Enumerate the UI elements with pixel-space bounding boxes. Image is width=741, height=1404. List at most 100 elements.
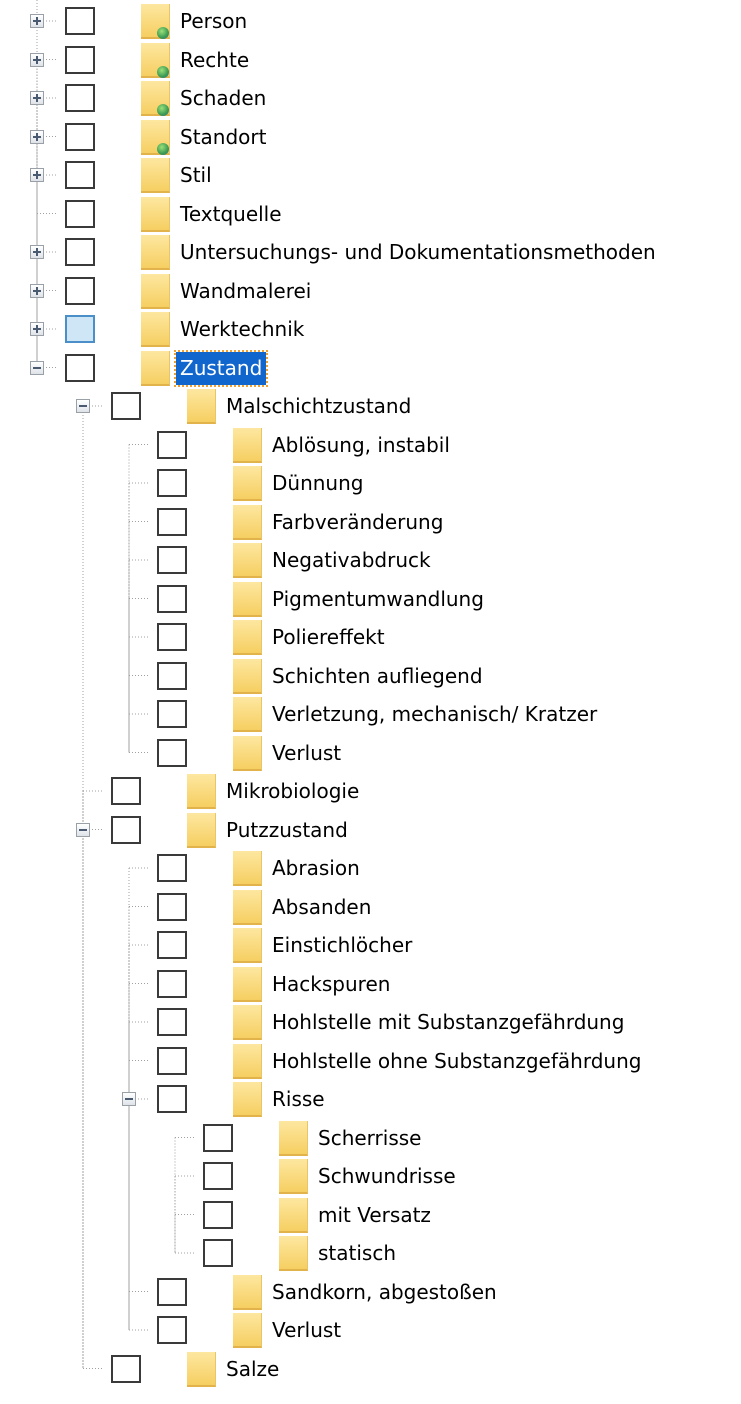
tree-node[interactable]: Farbveränderung [0, 503, 741, 542]
node-label[interactable]: Verlust [272, 1311, 341, 1350]
node-checkbox[interactable] [203, 1162, 233, 1190]
tree-node[interactable]: Werktechnik [0, 310, 741, 349]
node-checkbox[interactable] [157, 507, 187, 536]
node-checkbox[interactable] [111, 392, 141, 420]
tree-node[interactable]: Absanden [0, 888, 741, 927]
node-label[interactable]: mit Versatz [318, 1196, 431, 1235]
node-checkbox[interactable] [157, 1008, 187, 1036]
node-checkbox[interactable] [65, 199, 95, 228]
node-checkbox[interactable] [157, 1085, 187, 1113]
node-checkbox[interactable] [157, 931, 187, 959]
category-tree[interactable]: Person Rechte Schaden Standort Stil Textquell… [0, 0, 741, 1404]
node-checkbox[interactable] [65, 238, 95, 266]
node-label[interactable]: Poliereffekt [272, 618, 385, 657]
node-label[interactable]: Negativabdruck [272, 541, 431, 580]
node-checkbox[interactable] [203, 1239, 233, 1267]
node-checkbox[interactable] [157, 661, 187, 690]
node-label[interactable]: Person [180, 2, 247, 41]
node-checkbox[interactable] [157, 546, 187, 574]
tree-node[interactable]: Putzzustand [0, 811, 741, 850]
node-checkbox[interactable] [157, 623, 187, 651]
node-label[interactable]: Abrasion [272, 849, 360, 888]
tree-node[interactable]: Einstichlöcher [0, 926, 741, 965]
expand-icon[interactable] [30, 129, 44, 144]
tree-node[interactable]: Scherrisse [0, 1119, 741, 1158]
collapse-icon[interactable] [76, 399, 90, 413]
node-label[interactable]: Verletzung, mechanisch/ Kratzer [272, 695, 597, 734]
node-label[interactable]: Werktechnik [180, 310, 304, 349]
node-label[interactable]: Verlust [272, 734, 341, 773]
tree-node[interactable]: Risse [0, 1080, 741, 1119]
tree-node[interactable]: Ablösung, instabil [0, 426, 741, 465]
node-checkbox[interactable] [157, 469, 187, 497]
tree-node[interactable]: Zustand [0, 349, 741, 388]
node-label[interactable]: Putzzustand [226, 811, 348, 850]
tree-node[interactable]: Schichten aufliegend [0, 657, 741, 696]
node-checkbox[interactable] [65, 122, 95, 151]
node-checkbox[interactable] [203, 1200, 233, 1229]
node-label[interactable]: Malschichtzustand [226, 387, 411, 426]
tree-node[interactable]: Negativabdruck [0, 541, 741, 580]
node-label[interactable]: Schwundrisse [318, 1157, 456, 1196]
tree-node[interactable]: Person [0, 2, 741, 41]
tree-node[interactable]: Poliereffekt [0, 618, 741, 657]
node-label[interactable]: Zustand [173, 349, 269, 387]
tree-node[interactable]: Verlust [0, 734, 741, 773]
node-checkbox[interactable] [65, 7, 95, 35]
node-label[interactable]: Stil [180, 156, 212, 195]
node-label[interactable]: statisch [318, 1234, 396, 1273]
tree-node[interactable]: Hohlstelle ohne Substanzgefährdung [0, 1042, 741, 1081]
tree-node[interactable]: Rechte [0, 41, 741, 80]
collapse-icon[interactable] [122, 1092, 136, 1106]
tree-node[interactable]: Standort [0, 118, 741, 157]
node-label[interactable]: Mikrobiologie [226, 772, 359, 811]
node-checkbox[interactable] [157, 1316, 187, 1344]
node-label[interactable]: Standort [180, 118, 266, 157]
node-label[interactable]: Schichten aufliegend [272, 657, 483, 696]
node-checkbox[interactable] [157, 738, 187, 767]
tree-node[interactable]: Schwundrisse [0, 1157, 741, 1196]
node-checkbox[interactable] [65, 161, 95, 189]
node-label[interactable]: Risse [272, 1080, 325, 1119]
node-checkbox[interactable] [111, 815, 141, 844]
node-label[interactable]: Einstichlöcher [272, 926, 412, 965]
node-label[interactable]: Farbveränderung [272, 503, 443, 542]
node-label[interactable]: Untersuchungs- und Dokumentationsmethode… [180, 233, 656, 272]
expand-icon[interactable] [30, 322, 44, 336]
tree-node[interactable]: Stil [0, 156, 741, 195]
node-checkbox[interactable] [157, 969, 187, 998]
tree-node[interactable]: Verletzung, mechanisch/ Kratzer [0, 695, 741, 734]
node-label[interactable]: Absanden [272, 888, 371, 927]
tree-node[interactable]: Textquelle [0, 195, 741, 234]
node-label[interactable]: Textquelle [180, 195, 282, 234]
tree-node[interactable]: Dünnung [0, 464, 741, 503]
node-label[interactable]: Hohlstelle mit Substanzgefährdung [272, 1003, 624, 1042]
node-label[interactable]: Schaden [180, 79, 266, 118]
node-checkbox[interactable] [111, 777, 141, 805]
node-label[interactable]: Salze [226, 1350, 279, 1389]
expand-icon[interactable] [30, 283, 44, 298]
node-label[interactable]: Ablösung, instabil [272, 426, 450, 465]
node-checkbox[interactable] [157, 1046, 187, 1075]
tree-node[interactable]: Sandkorn, abgestoßen [0, 1273, 741, 1312]
tree-node[interactable]: Untersuchungs- und Dokumentationsmethode… [0, 233, 741, 272]
tree-node[interactable]: Salze [0, 1350, 741, 1389]
tree-node[interactable]: Pigmentumwandlung [0, 580, 741, 619]
expand-icon[interactable] [30, 91, 44, 105]
collapse-icon[interactable] [76, 822, 90, 837]
tree-node[interactable]: Abrasion [0, 849, 741, 888]
node-checkbox[interactable] [65, 45, 95, 74]
node-label[interactable]: Rechte [180, 41, 249, 80]
node-checkbox[interactable] [111, 1354, 141, 1383]
node-label[interactable]: Wandmalerei [180, 272, 311, 311]
tree-node[interactable]: Malschichtzustand [0, 387, 741, 426]
node-checkbox[interactable] [65, 276, 95, 305]
node-checkbox[interactable] [157, 700, 187, 728]
expand-icon[interactable] [30, 168, 44, 182]
node-label[interactable]: Hohlstelle ohne Substanzgefährdung [272, 1042, 641, 1081]
node-checkbox[interactable] [157, 584, 187, 613]
tree-node[interactable]: Wandmalerei [0, 272, 741, 311]
node-checkbox[interactable] [157, 854, 187, 882]
tree-node[interactable]: Verlust [0, 1311, 741, 1350]
node-checkbox[interactable] [65, 84, 95, 112]
